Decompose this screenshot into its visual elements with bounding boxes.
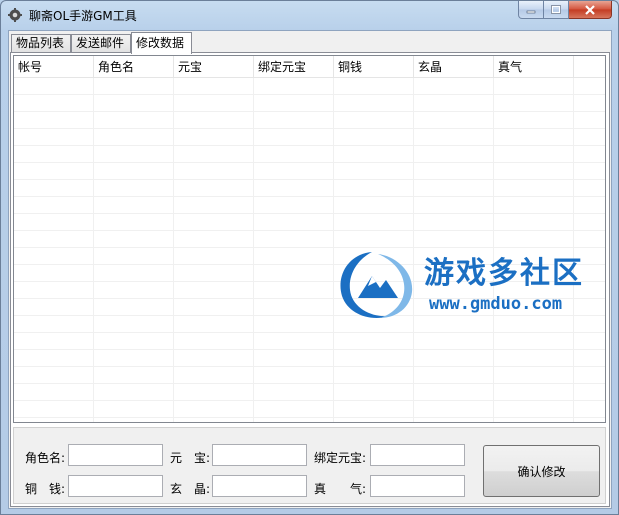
maximize-button[interactable] [544,1,569,19]
zhenqi-label: 真 气: [314,482,367,496]
table-header: 帐号 角色名 元宝 绑定元宝 铜钱 玄晶 真气 [14,56,605,78]
bound-yuanbao-field[interactable] [370,444,465,466]
maximize-icon [551,5,561,14]
tab-panel-modify-data: 帐号 角色名 元宝 绑定元宝 铜钱 玄晶 真气 游戏多社区 www.gmduo.… [10,52,610,507]
column-divider [173,78,174,422]
app-window: 聊斋OL手游GM工具 物品列表 发送邮件 修改数据 帐号 角色名 元宝 绑定元宝… [0,0,619,515]
xuanjing-label: 玄 晶: [170,482,211,496]
yuanbao-label: 元 宝: [170,451,211,465]
column-header-yuanbao[interactable]: 元宝 [174,56,254,78]
column-header-role-name[interactable]: 角色名 [94,56,174,78]
zhenqi-field[interactable] [370,475,465,497]
window-title: 聊斋OL手游GM工具 [29,9,137,23]
close-button[interactable] [569,1,612,19]
minimize-icon [526,10,536,13]
yuanbao-field[interactable] [212,444,307,466]
column-header-xuanjing[interactable]: 玄晶 [414,56,494,78]
close-icon [585,4,595,15]
gear-icon [8,8,22,22]
tab-modify-data[interactable]: 修改数据 [131,32,192,54]
column-header-account[interactable]: 帐号 [14,56,94,78]
window-controls [518,1,612,19]
watermark-url: www.gmduo.com [429,294,563,314]
column-header-bound-yuanbao[interactable]: 绑定元宝 [254,56,334,78]
role-name-label: 角色名: [25,451,66,465]
confirm-modify-button[interactable]: 确认修改 [483,445,600,497]
column-header-filler [574,56,605,78]
bound-yuanbao-label: 绑定元宝: [314,451,367,465]
data-table[interactable]: 帐号 角色名 元宝 绑定元宝 铜钱 玄晶 真气 游戏多社区 www.gmduo.… [13,55,606,423]
minimize-button[interactable] [518,1,544,19]
watermark-text: 游戏多社区 [424,256,584,291]
column-divider [253,78,254,422]
copper-label: 铜 钱: [25,482,66,496]
title-bar[interactable]: 聊斋OL手游GM工具 [1,1,618,29]
edit-form: 角色名: 元 宝: 绑定元宝: 铜 钱: 玄 晶: 真 气: 确认修改 [13,427,606,504]
column-header-copper[interactable]: 铜钱 [334,56,414,78]
role-name-field[interactable] [68,444,163,466]
tab-send-mail[interactable]: 发送邮件 [71,34,131,53]
column-header-zhenqi[interactable]: 真气 [494,56,574,78]
mountain-logo-icon [340,252,413,318]
watermark: 游戏多社区 www.gmduo.com [334,246,604,326]
client-area: 物品列表 发送邮件 修改数据 帐号 角色名 元宝 绑定元宝 铜钱 玄晶 真气 游… [8,30,612,509]
column-divider [93,78,94,422]
copper-field[interactable] [68,475,163,497]
xuanjing-field[interactable] [212,475,307,497]
tab-item-list[interactable]: 物品列表 [11,34,71,53]
